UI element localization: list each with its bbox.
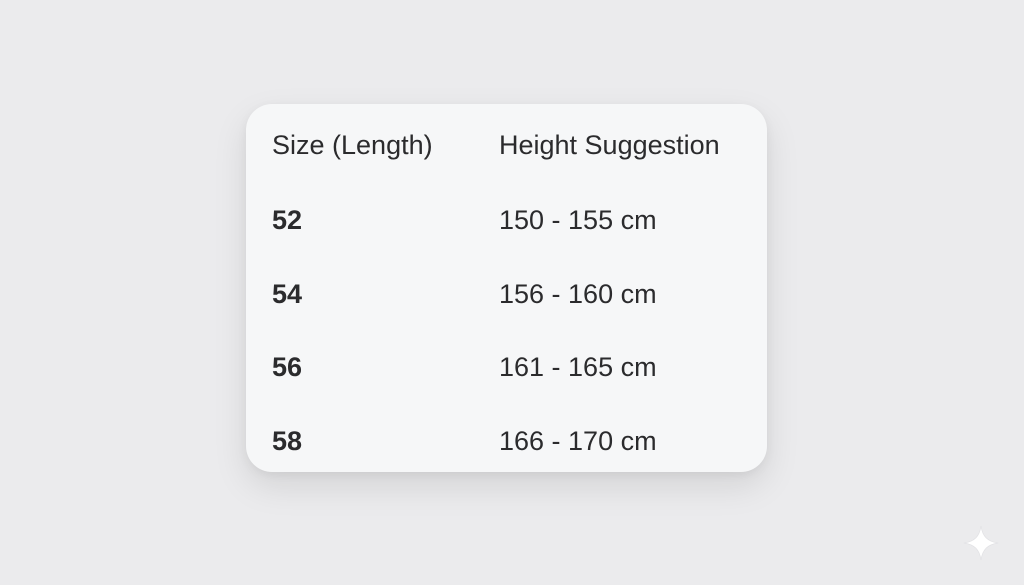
height-value: 156 - 160 cm [499, 278, 657, 309]
height-value: 161 - 165 cm [499, 352, 657, 383]
size-value: 54 [272, 278, 303, 309]
height-value: 150 - 155 cm [499, 205, 657, 236]
height-value: 166 - 170 cm [499, 425, 657, 456]
size-value: 56 [272, 352, 303, 383]
table-row: 54 156 - 160 cm [246, 258, 767, 332]
sparkle-icon [963, 525, 999, 561]
table-row: 56 161 - 165 cm [246, 331, 767, 405]
table-row: 52 150 - 155 cm [246, 184, 767, 258]
size-value: 52 [272, 205, 303, 236]
size-table: Size (Length) Height Suggestion 52 150 -… [246, 104, 767, 478]
size-chart-card: Size (Length) Height Suggestion 52 150 -… [246, 104, 767, 472]
table-row: 58 166 - 170 cm [246, 405, 767, 479]
column-header-height: Height Suggestion [499, 129, 720, 160]
column-header-size: Size (Length) [272, 129, 433, 160]
size-value: 58 [272, 425, 303, 456]
table-header-row: Size (Length) Height Suggestion [246, 104, 767, 184]
